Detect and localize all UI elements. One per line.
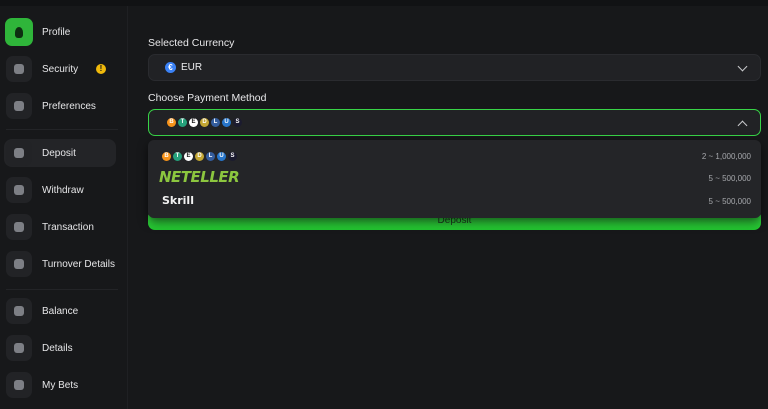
sidebar-item-label: Preferences [42, 100, 96, 112]
sidebar-item-profile[interactable]: Profile [4, 18, 116, 46]
euro-icon: € [165, 62, 176, 73]
currency-select[interactable]: € EUR [148, 54, 761, 81]
crypto-coin-icon: E [184, 152, 193, 161]
warning-badge: ! [96, 64, 106, 74]
currency-value: EUR [181, 62, 203, 73]
payment-method-label: Choose Payment Method [148, 92, 267, 104]
neteller-logo: NETELLER [159, 168, 240, 186]
crypto-coin-icon: D [195, 152, 204, 161]
sidebar-item-label: Profile [42, 26, 71, 38]
sidebar-divider [6, 129, 118, 130]
crypto-coin-icon: U [217, 152, 226, 161]
crypto-coins-option: BTEDLUS [162, 152, 237, 161]
sidebar-item-security[interactable]: Security ! [4, 55, 116, 83]
sidebar-item-deposit[interactable]: Deposit [4, 139, 116, 167]
sidebar-item-label: Security [42, 63, 79, 75]
payment-method-dropdown: BTEDLUS 2 ~ 1,000,000 NETELLER 5 ~ 500,0… [148, 140, 761, 218]
crypto-coin-icon: T [178, 118, 187, 127]
sidebar-item-label: Details [42, 342, 73, 354]
sidebar-item-transaction[interactable]: Transaction [4, 213, 116, 241]
crypto-coin-icon: U [222, 118, 231, 127]
payment-option-skrill[interactable]: Skrill 5 ~ 500,000 [148, 190, 761, 212]
option-range: 5 ~ 500,000 [708, 174, 751, 183]
sidebar-item-my-bets[interactable]: My Bets [4, 371, 116, 399]
crypto-coin-icon: B [167, 118, 176, 127]
sidebar: Profile Security ! Preferences Deposit W… [0, 6, 128, 409]
crypto-coin-icon: S [233, 118, 242, 127]
sidebar-item-preferences[interactable]: Preferences [4, 92, 116, 120]
crypto-coin-icon: B [162, 152, 171, 161]
currency-label: Selected Currency [148, 37, 235, 49]
user-icon [5, 18, 33, 46]
transaction-icon [6, 214, 32, 240]
bets-icon [6, 372, 32, 398]
option-range: 5 ~ 500,000 [708, 197, 751, 206]
settings-icon [6, 93, 32, 119]
shield-icon [6, 56, 32, 82]
withdraw-icon [6, 177, 32, 203]
sidebar-item-turnover-details[interactable]: Turnover Details [4, 250, 116, 278]
chevron-up-icon [737, 120, 748, 131]
sidebar-item-details[interactable]: Details [4, 334, 116, 362]
deposit-icon [6, 140, 32, 166]
sidebar-item-label: Balance [42, 305, 79, 317]
crypto-coin-icon: D [200, 118, 209, 127]
sidebar-item-label: Deposit [42, 147, 76, 159]
crypto-coin-icon: S [228, 152, 237, 161]
option-range: 2 ~ 1,000,000 [701, 152, 751, 161]
skrill-logo: Skrill [162, 194, 194, 207]
sidebar-divider [6, 289, 118, 290]
turnover-icon [6, 251, 32, 277]
crypto-coin-icon: L [206, 152, 215, 161]
sidebar-item-label: Transaction [42, 221, 94, 233]
crypto-coin-icon: T [173, 152, 182, 161]
sidebar-item-label: My Bets [42, 379, 79, 391]
payment-option-crypto[interactable]: BTEDLUS 2 ~ 1,000,000 [148, 145, 761, 167]
balance-icon [6, 298, 32, 324]
crypto-coin-icon: L [211, 118, 220, 127]
sidebar-item-withdraw[interactable]: Withdraw [4, 176, 116, 204]
details-icon [6, 335, 32, 361]
crypto-coins-selected: BTEDLUS [167, 118, 242, 127]
sidebar-item-label: Withdraw [42, 184, 84, 196]
payment-option-neteller[interactable]: NETELLER 5 ~ 500,000 [148, 167, 761, 189]
crypto-coin-icon: E [189, 118, 198, 127]
chevron-down-icon [737, 61, 748, 72]
sidebar-item-balance[interactable]: Balance [4, 297, 116, 325]
payment-method-select[interactable]: BTEDLUS [148, 109, 761, 136]
sidebar-item-label: Turnover Details [42, 258, 115, 270]
